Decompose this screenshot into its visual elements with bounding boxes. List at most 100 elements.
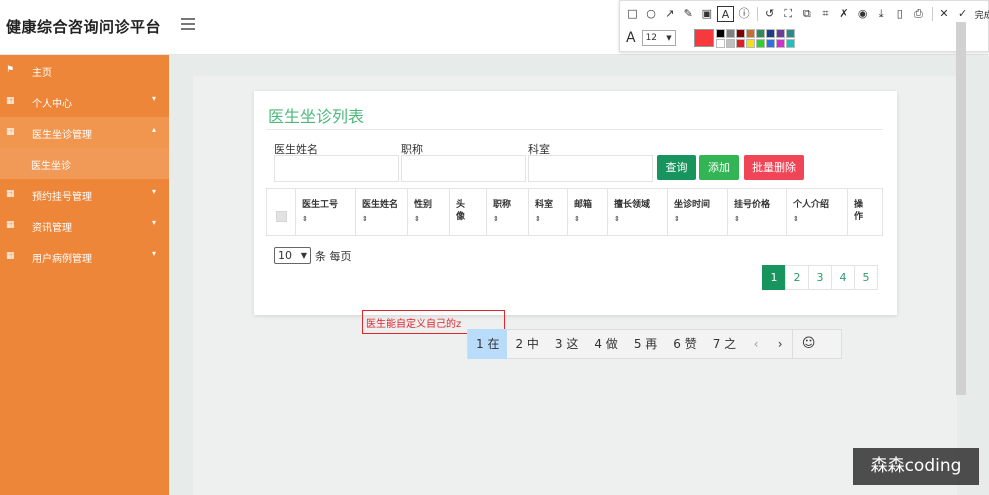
done-button[interactable]: 完成 [975,8,989,21]
color-swatch[interactable] [775,28,785,38]
col-specialty[interactable]: 擅长领域 ⇕ [608,189,668,235]
chevron-down-icon: ▾ [152,94,157,103]
page-2-button[interactable]: 2 [785,265,809,290]
page-3-button[interactable]: 3 [808,265,832,290]
sidebar-item-doctor-schedule[interactable]: 医生坐诊 [0,148,169,179]
sort-icon[interactable]: ⇕ [414,215,420,223]
ocr-icon[interactable]: ⌗ [817,6,834,22]
sort-icon[interactable]: ⇕ [493,215,499,223]
ime-candidate[interactable]: 6 赞 [665,329,704,359]
sidebar-item-news-mgmt[interactable]: ▦ 资讯管理 ▾ [0,210,169,241]
sidebar-item-appointment-mgmt[interactable]: ▦ 预约挂号管理 ▾ [0,179,169,210]
color-swatch[interactable] [735,38,745,48]
col-title[interactable]: 职称 ⇕ [487,189,529,235]
grid-icon: ▦ [6,189,15,199]
add-button[interactable]: 添加 [699,155,739,180]
col-introduction[interactable]: 个人介绍 ⇕ [787,189,848,235]
col-registration-fee[interactable]: 挂号价格 ⇕ [728,189,787,235]
page-5-button[interactable]: 5 [854,265,878,290]
doctor-name-input[interactable] [274,155,399,182]
sidebar-item-case-mgmt[interactable]: ▦ 用户病例管理 ▾ [0,241,169,272]
sort-icon[interactable]: ⇕ [734,215,740,223]
select-all-checkbox[interactable] [276,211,287,222]
copy-icon[interactable]: ⧉ [798,6,815,22]
sort-icon[interactable]: ⇕ [614,215,620,223]
arrow-icon[interactable]: ↗ [661,6,678,22]
department-input[interactable] [528,155,653,182]
col-email[interactable]: 邮箱 ⇕ [568,189,608,235]
batch-delete-button[interactable]: 批量删除 [744,155,804,180]
confirm-icon[interactable]: ✓ [954,6,971,22]
color-swatch[interactable] [755,28,765,38]
color-swatch[interactable] [785,38,795,48]
pin-icon[interactable]: ✗ [836,6,853,22]
ime-candidate[interactable]: 3 这 [547,329,586,359]
color-swatch[interactable] [745,38,755,48]
column-header-label: 职称 [493,200,512,210]
page-1-button[interactable]: 1 [762,265,786,290]
close-icon[interactable]: ✕ [936,6,953,22]
undo-icon[interactable]: ↺ [761,6,778,22]
page-size-select[interactable]: 10 ▼ [274,247,311,264]
font-size-select[interactable]: 12 ▼ [641,30,676,46]
sort-icon[interactable]: ⇕ [793,215,799,223]
color-swatch[interactable] [745,28,755,38]
tool-separator [757,7,759,21]
crop-icon[interactable]: ⛶ [780,6,797,22]
color-swatch[interactable] [765,38,775,48]
col-doctor-name[interactable]: 医生姓名 ⇕ [356,189,408,235]
download-icon[interactable]: ⤓ [873,6,890,22]
page-4-button[interactable]: 4 [831,265,855,290]
sort-icon[interactable]: ⇕ [574,215,580,223]
sidebar-item-doctor-schedule-mgmt[interactable]: ▦ 医生坐诊管理 ▴ [0,117,169,148]
sort-icon[interactable]: ⇕ [674,215,680,223]
grid-icon: ▦ [6,96,15,106]
ime-candidate[interactable]: 7 之 [705,329,744,359]
ime-candidate[interactable]: 2 中 [507,329,546,359]
save-icon[interactable]: ▯ [891,6,908,22]
col-doctor-id[interactable]: 医生工号 ⇕ [296,189,356,235]
column-header-label: 医生姓名 [362,200,399,210]
menu-toggle-icon[interactable] [181,18,195,30]
pen-icon[interactable]: ✎ [680,6,697,22]
color-swatch[interactable] [715,38,725,48]
info-icon[interactable]: ⓘ [736,6,753,22]
text-icon[interactable]: A [716,6,734,22]
sort-icon[interactable]: ⇕ [302,215,308,223]
col-department[interactable]: 科室 ⇕ [529,189,568,235]
query-button[interactable]: 查询 [657,155,696,180]
record-icon[interactable]: ◉ [854,6,871,22]
scrollbar[interactable] [956,22,966,395]
current-color-swatch[interactable] [693,29,714,47]
ime-candidate[interactable]: 5 再 [626,329,665,359]
print-icon[interactable]: ⎙ [910,6,927,22]
col-schedule-time[interactable]: 坐诊时间 ⇕ [668,189,728,235]
sort-icon[interactable]: ⇕ [535,215,541,223]
color-swatch[interactable] [755,38,765,48]
tool-row: □ ○ ↗ ✎ ▣ Aⓘ ↺ ⛶ ⧉ ⌗ ✗ ◉ ⤓ ▯ ⎙ ✕ ✓ 完成 [624,5,989,23]
column-header-label: 头像 [456,200,466,222]
ellipse-icon[interactable]: ○ [643,6,660,22]
sidebar-item-home[interactable]: ⚑ 主页 [0,55,169,86]
rectangle-icon[interactable]: □ [624,6,641,22]
ime-candidate[interactable]: 4 做 [586,329,625,359]
color-swatch[interactable] [725,28,735,38]
color-swatch[interactable] [715,28,725,38]
color-swatch[interactable] [775,38,785,48]
col-gender[interactable]: 性别 ⇕ [408,189,450,235]
sort-icon[interactable]: ⇕ [362,215,368,223]
divider [266,129,883,130]
title-input[interactable] [401,155,526,182]
color-swatch[interactable] [765,28,775,38]
color-swatch[interactable] [725,38,735,48]
col-actions[interactable]: 操作 [848,189,884,235]
chevron-left-icon[interactable]: ‹ [744,329,768,359]
emoji-icon[interactable]: ☺ [792,329,824,359]
sidebar-item-personal[interactable]: ▦ 个人中心 ▾ [0,86,169,117]
mosaic-icon[interactable]: ▣ [698,6,715,22]
ime-candidate[interactable]: 1 在 [468,329,508,359]
col-avatar[interactable]: 头像 [450,189,487,235]
color-swatch[interactable] [735,28,745,38]
color-swatch[interactable] [785,28,795,38]
chevron-right-icon[interactable]: › [768,329,792,359]
